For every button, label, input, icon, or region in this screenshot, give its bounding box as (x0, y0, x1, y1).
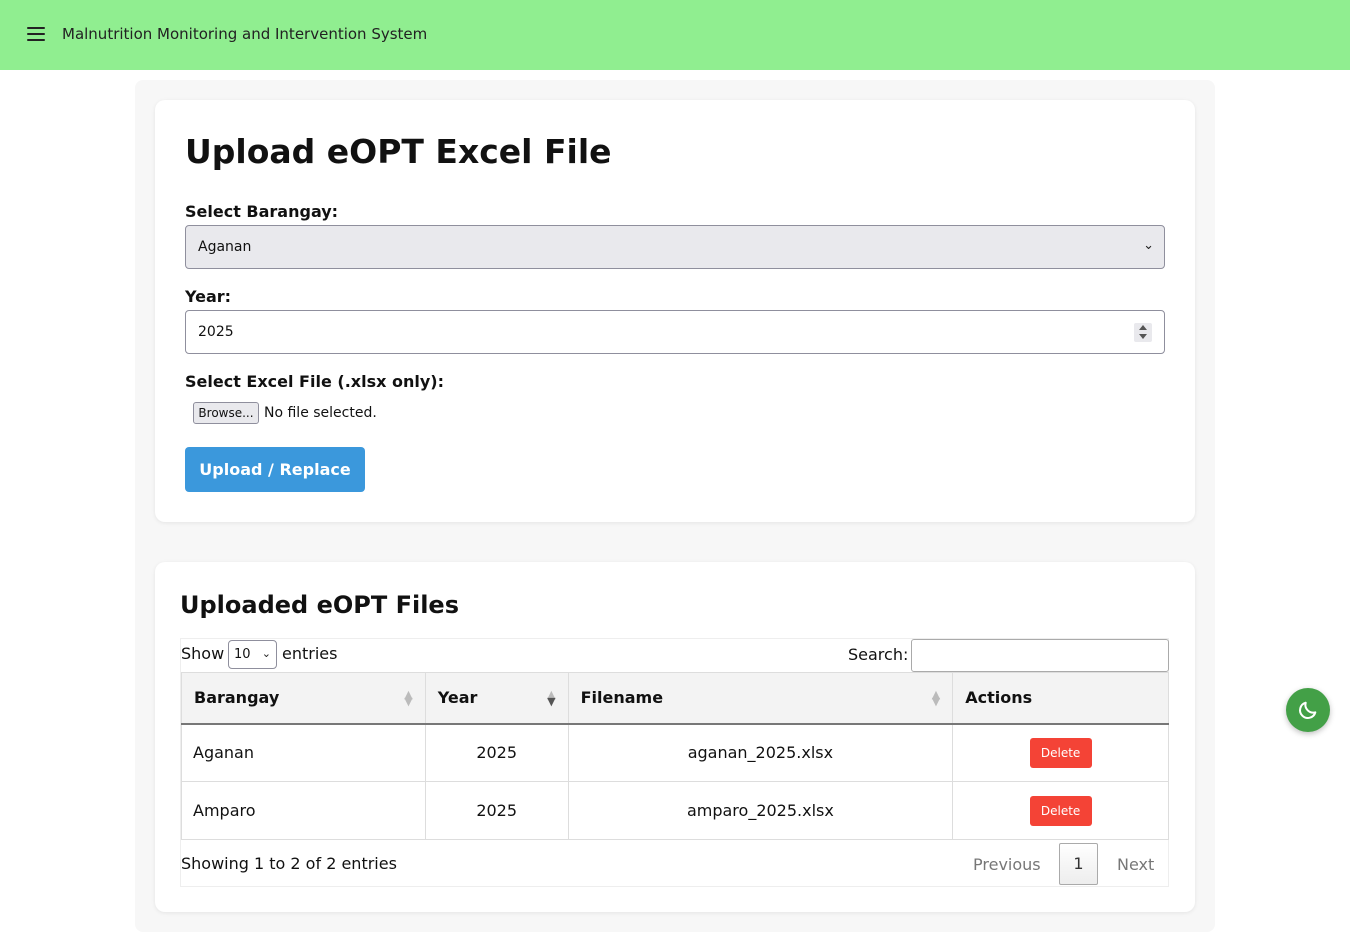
table-info: Showing 1 to 2 of 2 entries (181, 854, 397, 873)
chevron-down-icon: ⌄ (261, 647, 271, 660)
show-label: Show (181, 644, 225, 663)
delete-button[interactable]: Delete (1029, 795, 1092, 826)
column-label: Year (437, 688, 478, 708)
column-label: Filename (580, 688, 664, 708)
stepper-down-icon[interactable] (1139, 334, 1147, 339)
page-length-select[interactable]: 10 ⌄ (228, 640, 277, 669)
cell-barangay: Aganan (181, 723, 426, 782)
entries-label: entries (282, 644, 338, 663)
year-value: 2025 (198, 324, 234, 340)
table-header-row: Barangay ▲ ▼ Year ▲ ▼ Filename ▲ ▼ Actions (181, 672, 1169, 725)
column-label: Actions (965, 688, 1033, 708)
stepper-up-icon[interactable] (1139, 325, 1147, 330)
top-header: Malnutrition Monitoring and Intervention… (0, 0, 1350, 70)
column-label: Barangay (194, 688, 280, 708)
upload-replace-button[interactable]: Upload / Replace (185, 447, 365, 492)
pagination-next[interactable]: Next (1117, 855, 1154, 874)
year-input[interactable]: 2025 (185, 310, 1165, 354)
barangay-selected-value: Aganan (198, 239, 252, 255)
delete-button[interactable]: Delete (1029, 737, 1092, 768)
search-input[interactable] (911, 639, 1169, 672)
barangay-select[interactable]: Aganan ⌄ (185, 225, 1165, 269)
page-length-value: 10 (234, 647, 251, 662)
column-header-filename[interactable]: Filename ▲ ▼ (567, 672, 954, 725)
cell-actions: Delete (952, 723, 1169, 782)
cell-filename: aganan_2025.xlsx (567, 723, 954, 782)
column-header-year[interactable]: Year ▲ ▼ (424, 672, 569, 725)
column-header-actions: Actions (952, 672, 1169, 725)
files-heading: Uploaded eOPT Files (180, 591, 459, 619)
table-row: Amparo 2025 amparo_2025.xlsx Delete (181, 781, 1169, 840)
sort-icon: ▲ ▼ (404, 688, 413, 708)
chevron-down-icon: ⌄ (1143, 238, 1154, 253)
sort-icon: ▲ ▼ (931, 688, 941, 708)
file-status-text: No file selected. (264, 405, 377, 421)
theme-toggle-button[interactable] (1286, 688, 1330, 732)
cell-filename: amparo_2025.xlsx (567, 781, 954, 840)
cell-actions: Delete (952, 781, 1169, 840)
files-table: Barangay ▲ ▼ Year ▲ ▼ Filename ▲ ▼ Actions … (181, 672, 1169, 840)
cell-year: 2025 (424, 781, 569, 840)
cell-barangay: Amparo (181, 781, 426, 840)
upload-heading: Upload eOPT Excel File (185, 132, 612, 171)
year-stepper[interactable] (1134, 323, 1152, 342)
column-header-barangay[interactable]: Barangay ▲ ▼ (181, 672, 426, 725)
browse-button[interactable]: Browse... (193, 402, 259, 424)
search-label: Search: (848, 645, 909, 664)
cell-year: 2025 (424, 723, 569, 782)
year-label: Year: (185, 287, 232, 306)
barangay-label: Select Barangay: (185, 202, 339, 221)
app-title: Malnutrition Monitoring and Intervention… (62, 25, 428, 43)
pagination-previous[interactable]: Previous (973, 855, 1041, 874)
table-row: Aganan 2025 aganan_2025.xlsx Delete (181, 723, 1169, 782)
pagination-page-1[interactable]: 1 (1059, 843, 1098, 885)
moon-icon (1299, 701, 1317, 719)
hamburger-menu-icon[interactable] (27, 27, 45, 43)
sort-desc-icon: ▲ ▼ (547, 688, 556, 708)
file-label: Select Excel File (.xlsx only): (185, 372, 444, 391)
